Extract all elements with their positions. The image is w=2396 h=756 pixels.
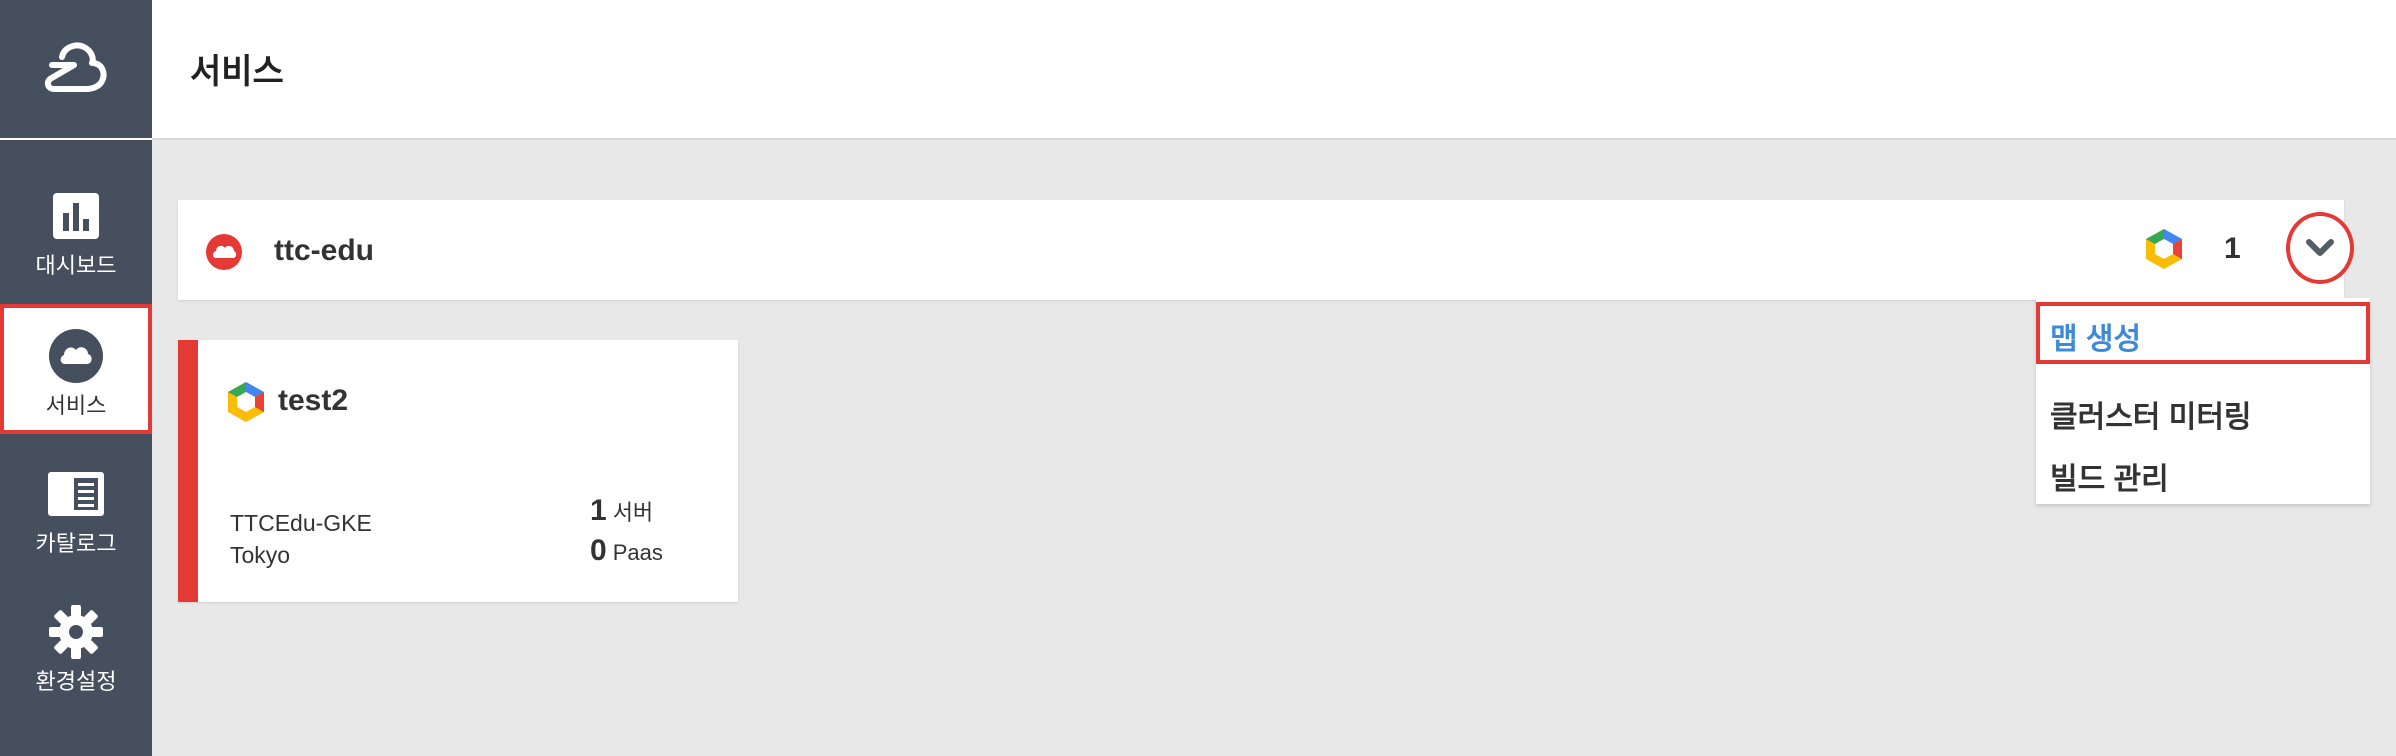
cluster-region: Tokyo [230,542,291,568]
sidebar-item-label: 서비스 [45,393,107,418]
cluster-card[interactable]: test2 TTCEdu-GKE Tokyo 1 서버 0 Paas [178,340,738,602]
card-accent-bar [178,340,198,602]
server-count: 1 [590,494,607,527]
gear-icon [49,605,103,659]
sidebar-item-services[interactable]: 서비스 [0,304,152,434]
paas-stat: 0 Paas [590,534,663,568]
service-cluster-count: 1 [2224,232,2241,265]
bar-chart-icon [53,193,99,239]
sidebar-item-label: 환경설정 [35,669,117,694]
menu-item-create-map[interactable]: 맵 생성 [2050,314,2141,358]
service-name: ttc-edu [274,234,374,267]
sidebar-item-label: 카탈로그 [35,531,117,556]
sidebar-item-dashboard[interactable]: 대시보드 [0,164,152,290]
catalog-icon [48,472,104,516]
cloud-logo-icon [44,42,107,92]
menu-item-build-management[interactable]: 빌드 관리 [2050,454,2169,498]
cluster-title: test2 [278,384,349,417]
paas-count: 0 [590,534,607,567]
sidebar: 대시보드 서비스 카탈로그 환경설정 [0,0,152,756]
gke-hexagon-icon [228,382,264,422]
server-label: 서버 [612,500,654,525]
menu-item-cluster-metering[interactable]: 클러스터 미터링 [2050,392,2252,436]
cluster-name: TTCEdu-GKE [230,510,372,536]
chevron-down-icon [2306,239,2334,256]
page-title: 서비스 [190,53,284,91]
page-header: 서비스 [152,0,2396,140]
cloud-status-icon [206,234,242,270]
sidebar-item-label: 대시보드 [35,253,117,278]
cloud-icon [49,329,103,383]
service-row[interactable]: ttc-edu 1 [178,200,2354,300]
app-logo[interactable] [0,0,152,140]
service-dropdown-menu: 맵 생성 클러스터 미터링 빌드 관리 [2036,298,2370,504]
expand-toggle-button[interactable] [2286,212,2354,284]
server-stat: 1 서버 [590,494,653,528]
sidebar-item-settings[interactable]: 환경설정 [0,580,152,706]
gke-hexagon-icon [2146,229,2182,269]
paas-label: Paas [612,540,663,565]
sidebar-item-catalog[interactable]: 카탈로그 [0,442,152,568]
